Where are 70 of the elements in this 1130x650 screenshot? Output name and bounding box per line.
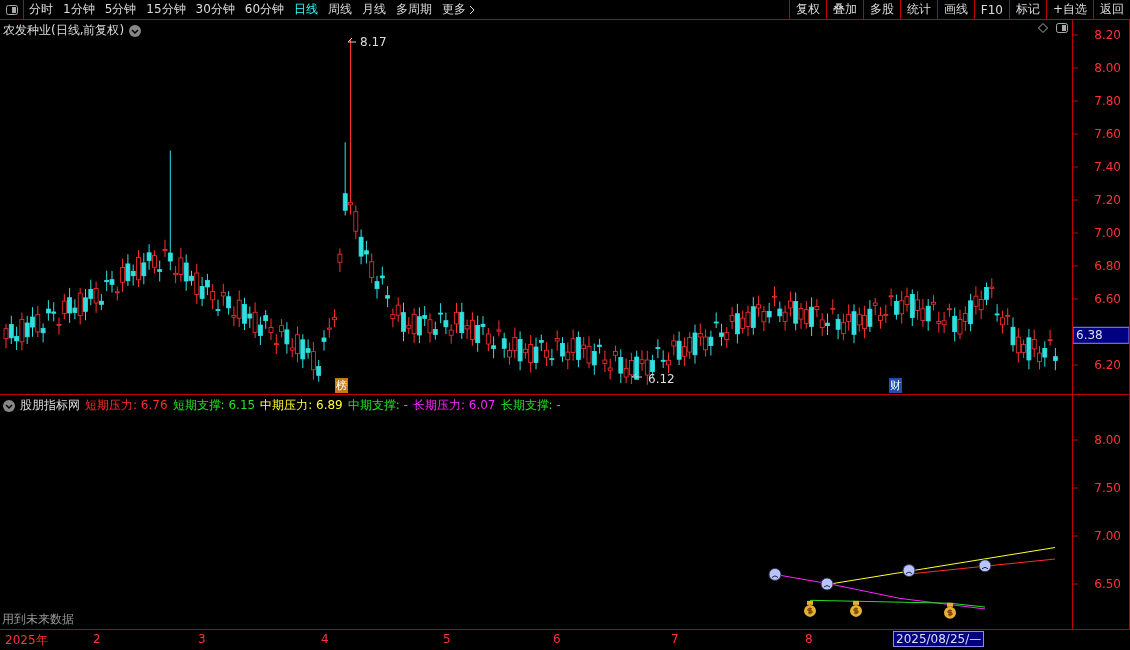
date-label: 5 [442, 631, 452, 647]
price-tick: 7.80 [1094, 94, 1121, 108]
indicator-value: 中期压力: 6.89 [260, 397, 343, 414]
price-tick: 7.20 [1094, 193, 1121, 207]
toolbar-button[interactable]: 复权 [788, 0, 826, 19]
toolbar-button[interactable]: 返回 [1093, 0, 1130, 19]
face-icon [902, 564, 916, 578]
indicator-name: 股朋指标网 [20, 397, 80, 414]
dropdown-icon[interactable] [129, 24, 142, 37]
price-tick: 6.20 [1094, 358, 1121, 372]
panel-toggle-icon[interactable] [1056, 23, 1068, 33]
indicator-tick: 7.00 [1094, 529, 1121, 543]
current-price: 6.38 [1076, 328, 1103, 343]
date-label: 7 [670, 631, 680, 647]
toolbar-button[interactable]: +自选 [1045, 0, 1093, 19]
date-label: 3 [197, 631, 207, 647]
diamond-icon[interactable] [1038, 23, 1048, 33]
date-label: 2 [92, 631, 102, 647]
period-tab[interactable]: 周线 [323, 0, 358, 19]
price-tick: 6.60 [1094, 292, 1121, 306]
date-label: 2025/08/25/— [893, 631, 985, 647]
chevron-right-icon [469, 4, 476, 15]
current-price-badge [1073, 326, 1129, 344]
toolbar-button[interactable]: 叠加 [825, 0, 863, 19]
indicator-value: 短期压力: 6.76 [85, 397, 168, 414]
toolbar-button[interactable]: 画线 [936, 0, 974, 19]
dropdown-icon[interactable] [3, 399, 15, 412]
toolbar-button[interactable]: F10 [973, 0, 1009, 19]
period-tab[interactable]: 30分钟 [190, 0, 240, 19]
price-tick: 7.60 [1094, 127, 1121, 141]
toolbar-button[interactable]: 统计 [899, 0, 937, 19]
period-tab[interactable]: 分时 [24, 0, 58, 19]
indicator-value: 中期支撑: - [347, 397, 408, 414]
period-tab[interactable]: 15分钟 [141, 0, 191, 19]
low-price-label: 6.12 [631, 372, 675, 386]
period-tab[interactable]: 5分钟 [99, 0, 142, 19]
money-bag-icon [944, 602, 956, 619]
period-tab[interactable]: 60分钟 [239, 0, 290, 19]
panel-toggle-icon [5, 4, 18, 15]
price-tick: 7.00 [1094, 226, 1121, 240]
indicator-value: 长期支撑: - [500, 397, 561, 414]
high-price-label: 8.17 [347, 35, 387, 49]
price-tick: 7.40 [1094, 160, 1121, 174]
toolbar-button[interactable]: 多股 [862, 0, 900, 19]
date-label: 6 [552, 631, 562, 647]
date-label: 4 [320, 631, 330, 647]
date-label: 8 [804, 631, 814, 647]
future-data-note: 用到未来数据 [2, 611, 74, 628]
price-tick: 6.80 [1094, 259, 1121, 273]
more-button[interactable]: 更多 [437, 0, 481, 19]
price-tick: 8.00 [1094, 61, 1121, 75]
period-tab[interactable]: 多周期 [391, 0, 438, 19]
face-icon [768, 567, 782, 581]
money-bag-icon [850, 600, 862, 617]
toolbar-button[interactable]: 标记 [1008, 0, 1046, 19]
indicator-tick: 7.50 [1094, 481, 1121, 495]
face-icon [820, 577, 834, 591]
event-marker[interactable]: 财 [889, 378, 902, 393]
face-icon [978, 559, 992, 573]
price-tick: 8.20 [1094, 28, 1121, 42]
indicator-tick: 6.50 [1094, 577, 1121, 591]
date-label: 2025年 [4, 632, 49, 649]
period-tab[interactable]: 月线 [357, 0, 392, 19]
chart-title: 农发种业(日线,前复权) [3, 22, 125, 39]
period-tab[interactable]: 1分钟 [58, 0, 100, 19]
period-tab[interactable]: 日线 [289, 0, 324, 19]
indicator-tick: 8.00 [1094, 433, 1121, 447]
money-bag-icon [804, 600, 816, 617]
indicator-value: 长期压力: 6.07 [412, 397, 496, 414]
indicator-value: 短期支撑: 6.15 [172, 397, 256, 414]
